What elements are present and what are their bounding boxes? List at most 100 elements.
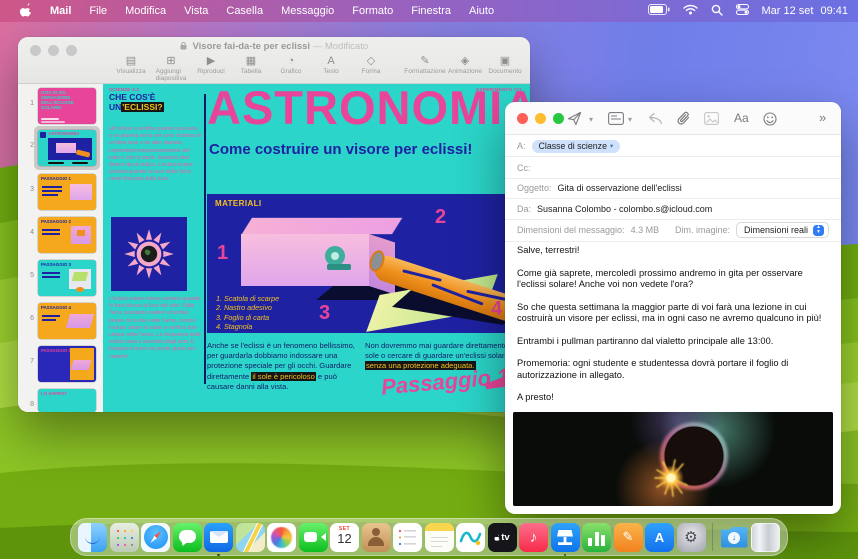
battery-icon[interactable] <box>648 4 670 18</box>
mail-zoom-button[interactable] <box>553 113 564 124</box>
body-paragraph: Entrambi i pullman partiranno dal vialet… <box>517 336 831 348</box>
materials-list: 1. Scatola di scarpe 2. Nastro adesivo 3… <box>216 294 279 331</box>
subject-label: Oggetto: <box>517 183 552 193</box>
menubar-time[interactable]: 09:41 <box>820 5 848 17</box>
mail-compose-window[interactable]: ▾ ▾ Aa » A: Classe di scienze ▾ Cc: Ogge… <box>505 102 841 514</box>
menu-aiuto[interactable]: Aiuto <box>460 5 503 17</box>
to-recipient-token[interactable]: Classe di scienze ▾ <box>532 140 621 153</box>
material-item: 4. Stagnola <box>216 322 279 331</box>
control-center-icon[interactable] <box>736 4 749 18</box>
gear-glyph: ⚙ <box>684 528 697 546</box>
dock-notes-icon[interactable] <box>425 523 454 552</box>
menu-vista[interactable]: Vista <box>175 5 217 17</box>
cc-field[interactable]: Cc: <box>505 158 841 179</box>
menu-finestra[interactable]: Finestra <box>402 5 460 17</box>
format-text-button[interactable]: Aa <box>734 111 749 125</box>
keynote-play-button[interactable]: ▶Riproduci <box>198 55 224 75</box>
dock-appstore-icon[interactable]: A <box>645 523 674 552</box>
spotlight-search-icon[interactable] <box>711 4 723 19</box>
image-size-select[interactable]: Dimensioni reali ▴▾ <box>736 222 829 238</box>
dock-numbers-icon[interactable] <box>582 523 611 552</box>
dock-music-icon[interactable]: ♪ <box>519 523 548 552</box>
menu-file[interactable]: File <box>80 5 116 17</box>
menu-messaggio[interactable]: Messaggio <box>272 5 343 17</box>
keynote-add-slide-button[interactable]: ⊞Aggiungi diapositiva <box>158 55 184 82</box>
dock-reminders-icon[interactable] <box>393 523 422 552</box>
keynote-window[interactable]: Visore fai-da-te per eclissi — Modificat… <box>18 37 530 412</box>
header-fields-button[interactable] <box>608 112 624 125</box>
format-icon: ✎ <box>420 55 429 68</box>
image-size-label: Dim. imagine: <box>675 225 730 235</box>
dock-contacts-icon[interactable] <box>362 523 391 552</box>
dock-downloads-icon[interactable]: ↓ <box>720 523 749 552</box>
emoji-button[interactable] <box>763 112 777 126</box>
send-options-chevron[interactable]: ▾ <box>589 115 593 124</box>
from-field[interactable]: Da: Susanna Colombo - colombo.s@icloud.c… <box>505 199 841 220</box>
dock-calendar-icon[interactable]: SET 12 <box>330 523 359 552</box>
slide-thumbnail-7[interactable]: PASSAGGIO 5 <box>38 346 96 382</box>
dock-trash-icon[interactable] <box>751 523 780 552</box>
material-number-2: 2 <box>435 206 446 229</box>
dock-appletv-icon[interactable]: tv <box>488 523 517 552</box>
menu-bar: Mail File Modifica Vista Casella Messagg… <box>0 0 858 22</box>
tape-dispenser <box>325 246 351 270</box>
keynote-chart-button[interactable]: ◔Grafico <box>278 55 304 75</box>
keynote-format-button[interactable]: ✎Formattazione <box>412 55 438 75</box>
keynote-animate-button[interactable]: ◈Animazione <box>452 55 478 75</box>
keynote-shape-button[interactable]: ◇Forma <box>358 55 384 75</box>
insert-photo-button[interactable] <box>704 112 719 125</box>
slide-thumbnail-1[interactable]: GITA DI OS- SERVAZIONE DELL'ECLISSE SOLA… <box>38 88 96 124</box>
send-button[interactable] <box>567 111 582 126</box>
eclipse-attachment-image[interactable] <box>513 412 833 506</box>
keynote-slide-canvas[interactable]: SCIENZE 4.2 EXPERIMENTO #11 CHE COS'È UN… <box>103 84 530 412</box>
slide-thumbnail-5[interactable]: PASSAGGIO 3 <box>38 260 96 296</box>
play-icon: ▶ <box>207 55 215 68</box>
slide-number: 4 <box>20 229 34 236</box>
subject-field[interactable]: Oggetto: Gita di osservazione dell'eclis… <box>505 178 841 199</box>
keynote-table-button[interactable]: ▦Tabella <box>238 55 264 75</box>
apple-menu[interactable] <box>10 2 41 20</box>
menu-app-name[interactable]: Mail <box>41 5 80 17</box>
menu-casella[interactable]: Casella <box>217 5 272 17</box>
dock-mail-icon[interactable] <box>204 523 233 552</box>
dock-keynote-icon[interactable] <box>551 523 580 552</box>
menu-formato[interactable]: Formato <box>343 5 402 17</box>
keynote-document-button[interactable]: ▣Documento <box>492 55 518 75</box>
keynote-text-button[interactable]: ATesto <box>318 55 344 75</box>
dock-maps-icon[interactable] <box>236 523 265 552</box>
shape-icon: ◇ <box>367 55 375 68</box>
menubar-date[interactable]: Mar 12 set <box>762 5 814 17</box>
dock-safari-icon[interactable] <box>141 523 170 552</box>
dock-facetime-icon[interactable] <box>299 523 328 552</box>
reply-indent-button[interactable] <box>648 112 663 125</box>
menu-modifica[interactable]: Modifica <box>116 5 175 17</box>
dock-freeform-icon[interactable] <box>456 523 485 552</box>
slide-thumbnail-8[interactable]: LO SAPEVI? <box>38 389 96 412</box>
slide-thumbnail-6[interactable]: PASSAGGIO 4 <box>38 303 96 339</box>
material-number-4: 4 <box>491 298 502 321</box>
dock-messages-icon[interactable] <box>173 523 202 552</box>
toolbar-overflow-button[interactable]: » <box>819 110 826 125</box>
mail-close-button[interactable] <box>517 113 528 124</box>
slide-thumbnail-3[interactable]: PASSAGGIO 1 <box>38 174 96 210</box>
tv-label: tv <box>501 532 509 543</box>
attach-file-button[interactable] <box>677 111 691 126</box>
dock-settings-icon[interactable]: ⚙ <box>677 523 706 552</box>
keynote-view-button[interactable]: ▤Visualizza <box>118 55 144 75</box>
dock-pages-icon[interactable]: ✎ <box>614 523 643 552</box>
slide-thumbnail-4[interactable]: PASSAGGIO 2 <box>38 217 96 253</box>
header-fields-chevron[interactable]: ▾ <box>628 115 632 124</box>
to-field[interactable]: A: Classe di scienze ▾ <box>505 136 841 157</box>
wifi-icon[interactable] <box>683 4 698 18</box>
shoebox-lid <box>242 218 402 234</box>
dock-finder-icon[interactable] <box>78 523 107 552</box>
slide-thumbnail-2-selected[interactable]: ASTRONOMIA <box>38 130 96 166</box>
dock-launchpad-icon[interactable] <box>110 523 139 552</box>
subject-value: Gita di osservazione dell'eclissi <box>558 183 682 193</box>
mail-minimize-button[interactable] <box>535 113 546 124</box>
slide-subtitle: Come costruire un visore per eclissi! <box>209 141 472 158</box>
message-body[interactable]: Salve, terrestri! Come già saprete, merc… <box>517 245 831 438</box>
slide-number: 1 <box>20 100 34 107</box>
dock-photos-icon[interactable] <box>267 523 296 552</box>
message-size-row: Dimensioni del messaggio: 4.3 MB Dim. im… <box>505 219 841 242</box>
